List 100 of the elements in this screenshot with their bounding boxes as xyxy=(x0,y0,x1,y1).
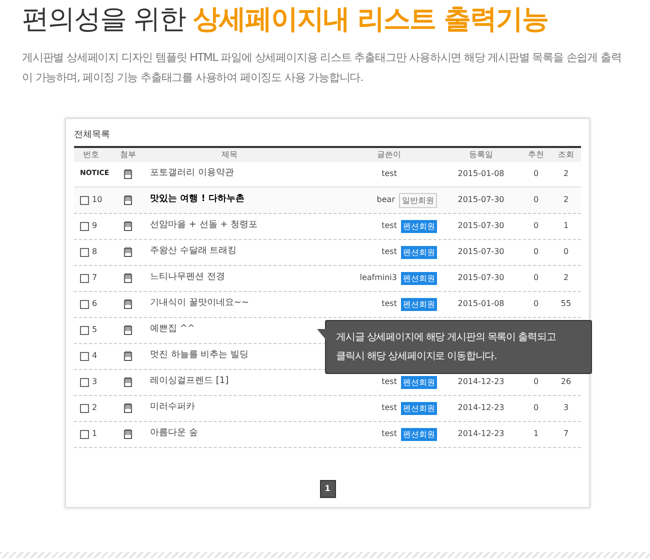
post-date: 2015-01-08 xyxy=(458,168,504,178)
writer-name: leafmini3 xyxy=(360,272,397,284)
recommend-count: 0 xyxy=(533,403,539,412)
tooltip-text: 게시글 상세페이지에 해당 게시판의 목록이 출력되고 xyxy=(336,331,557,345)
writer-name: test xyxy=(382,168,397,180)
post-date: 2014-12-23 xyxy=(458,377,504,386)
description: 게시판별 상세페이지 디자인 템플릿 HTML 파일에 상세페이지용 리스트 추출태그만 사용하시면 해당 게시판별 목록을 손쉽게 출력이 가능하며, 페이징 기능 추출태그를 사용하여 페이징도 사용 가능합니다. xyxy=(22,50,622,86)
post-title[interactable]: 멋진 하늘를 비추는 빌딩 xyxy=(150,350,249,360)
attachment-icon xyxy=(124,429,132,439)
recommend-count: 0 xyxy=(533,377,539,386)
post-title[interactable]: 주왕산 수달래 트래킹 xyxy=(150,246,237,256)
row-checkbox[interactable] xyxy=(80,404,89,412)
recommend-count: 1 xyxy=(533,429,539,438)
writer-name: test xyxy=(382,402,397,414)
recommend-count: 0 xyxy=(533,168,539,178)
post-title[interactable]: 기내식이 꿀맛이네요~~ xyxy=(150,298,249,308)
attachment-icon xyxy=(124,377,132,387)
writer-name: test xyxy=(382,376,397,388)
post-date: 2015-07-30 xyxy=(458,247,504,256)
member-badge: 펜션회원 xyxy=(401,298,437,310)
attachment-icon xyxy=(124,351,132,361)
post-date: 2014-12-23 xyxy=(458,429,504,438)
post-number: 6 xyxy=(92,298,98,310)
post-title[interactable]: 미러수퍼카 xyxy=(150,402,195,412)
column-header: 번호 xyxy=(83,150,99,158)
attachment-icon xyxy=(124,273,132,283)
post-date: 2015-07-30 xyxy=(458,273,504,282)
view-count: 2 xyxy=(563,195,569,204)
row-checkbox[interactable] xyxy=(80,274,89,282)
view-count: 0 xyxy=(563,247,569,256)
recommend-count: 0 xyxy=(533,247,539,256)
column-header: 추천 xyxy=(528,150,544,158)
writer-name: test xyxy=(382,220,397,232)
post-number: 10 xyxy=(92,194,102,206)
writer-name: test xyxy=(382,298,397,310)
column-header: 제목 xyxy=(222,150,238,158)
recommend-count: 0 xyxy=(533,299,539,308)
member-badge: 펜션회원 xyxy=(401,402,437,414)
post-title[interactable]: 예쁜집 ^^ xyxy=(150,324,195,334)
attachment-icon xyxy=(124,221,132,231)
post-title[interactable]: 느티나무펜션 전경 xyxy=(150,272,225,282)
attachment-icon xyxy=(124,403,132,413)
column-header: 등록일 xyxy=(469,150,493,158)
row-checkbox[interactable] xyxy=(80,352,89,360)
recommend-count: 0 xyxy=(533,195,539,204)
attachment-icon xyxy=(124,299,132,309)
member-badge: 펜션회원 xyxy=(401,272,437,284)
attachment-icon xyxy=(124,325,132,335)
post-number: 7 xyxy=(92,272,98,284)
attachment-icon xyxy=(124,168,132,178)
member-badge: 펜션회원 xyxy=(401,220,437,232)
member-badge: 일반회원 xyxy=(399,192,437,208)
post-number: 5 xyxy=(92,324,98,336)
row-checkbox[interactable] xyxy=(80,430,89,438)
view-count: 26 xyxy=(560,377,572,386)
column-header: 글쓴이 xyxy=(377,150,401,158)
post-number: 9 xyxy=(92,220,98,232)
post-number: 2 xyxy=(92,402,98,414)
row-checkbox[interactable] xyxy=(80,300,89,308)
post-number: 8 xyxy=(92,246,98,258)
row-checkbox[interactable] xyxy=(80,326,89,334)
column-header: 첨부 xyxy=(120,150,136,158)
page-title-highlight: 상세페이지내 리스트 출력기능 xyxy=(193,4,548,35)
post-title[interactable]: 맛있는 여행 ! 다하누촌 xyxy=(150,194,245,204)
column-header: 조회 xyxy=(558,150,574,158)
view-count: 7 xyxy=(563,429,569,438)
post-number: 3 xyxy=(92,376,98,388)
attachment-icon xyxy=(124,195,132,205)
tooltip-text: 클릭시 해당 상세페이지로 이동합니다. xyxy=(336,350,498,364)
recommend-count: 0 xyxy=(533,221,539,230)
view-count: 3 xyxy=(563,403,569,412)
post-title[interactable]: 포토갤러리 이용약관 xyxy=(150,168,234,178)
member-badge: 펜션회원 xyxy=(401,376,437,388)
page-title: 편의성을 위한 xyxy=(22,4,186,35)
board-title: 전체목록 xyxy=(74,129,111,142)
post-date: 2015-07-30 xyxy=(458,221,504,230)
attachment-icon xyxy=(124,247,132,257)
post-number: 4 xyxy=(92,350,98,362)
post-title[interactable]: 선암마을 + 선돌 + 청령포 xyxy=(150,220,258,230)
view-count: 2 xyxy=(563,273,569,282)
writer-name: test xyxy=(382,428,397,440)
post-date: 2015-07-30 xyxy=(458,195,504,204)
row-checkbox[interactable] xyxy=(80,378,89,386)
post-date: 2015-01-08 xyxy=(458,299,504,308)
post-title[interactable]: 아름다운 숲 xyxy=(150,428,198,438)
page-button[interactable]: 1 xyxy=(320,480,336,498)
post-date: 2014-12-23 xyxy=(458,403,504,412)
writer-name: bear xyxy=(376,194,395,206)
recommend-count: 0 xyxy=(533,273,539,282)
post-title[interactable]: 레이싱걸프렌드 [1] xyxy=(150,376,229,386)
row-checkbox[interactable] xyxy=(80,222,89,230)
view-count: 1 xyxy=(563,221,569,230)
row-checkbox[interactable] xyxy=(80,248,89,256)
member-badge: 펜션회원 xyxy=(401,246,437,258)
row-checkbox[interactable] xyxy=(80,196,89,204)
view-count: 55 xyxy=(560,299,572,308)
member-badge: 펜션회원 xyxy=(401,428,437,440)
post-number: 1 xyxy=(92,428,98,440)
view-count: 2 xyxy=(563,168,569,178)
writer-name: test xyxy=(382,246,397,258)
